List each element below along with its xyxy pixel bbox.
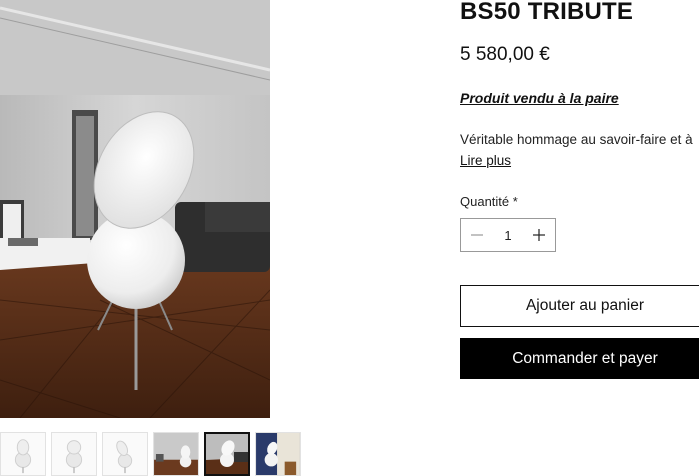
sold-as-pair-note: Produit vendu à la paire — [460, 90, 619, 106]
read-more-link[interactable]: Lire plus — [460, 153, 511, 168]
product-title: BS50 TRIBUTE — [460, 0, 634, 25]
thumbnail-4[interactable] — [153, 432, 199, 476]
buy-now-button[interactable]: Commander et payer — [460, 338, 699, 379]
quantity-stepper: 1 — [460, 218, 556, 252]
product-main-image[interactable] — [0, 0, 270, 418]
plus-icon[interactable] — [523, 219, 555, 251]
thumbnail-strip — [0, 432, 310, 476]
thumbnail-2[interactable] — [51, 432, 97, 476]
thumbnail-3[interactable] — [102, 432, 148, 476]
thumbnail-5-selected[interactable] — [204, 432, 250, 476]
product-description: Véritable hommage au savoir-faire et à — [460, 132, 693, 147]
thumbnail-1[interactable] — [0, 432, 46, 476]
minus-icon[interactable] — [461, 219, 493, 251]
add-to-cart-button[interactable]: Ajouter au panier — [460, 285, 699, 327]
quantity-label: Quantité * — [460, 194, 518, 209]
quantity-value[interactable]: 1 — [504, 228, 511, 243]
thumbnail-6[interactable] — [255, 432, 301, 476]
product-price: 5 580,00 € — [460, 44, 550, 65]
